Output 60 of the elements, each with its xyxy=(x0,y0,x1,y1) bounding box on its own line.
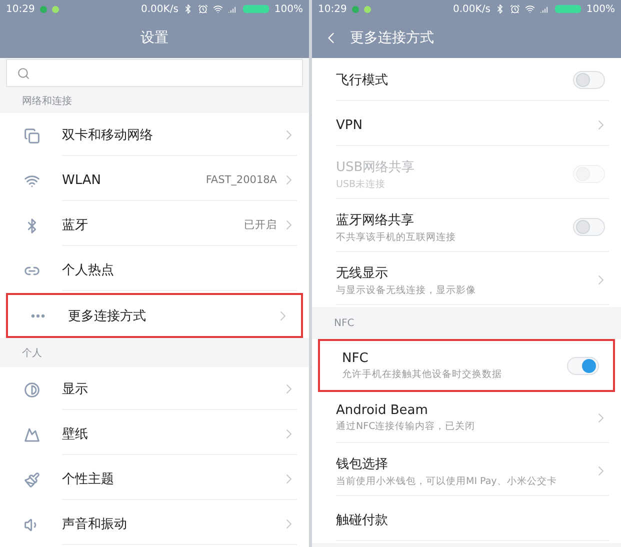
row-title: 显示 xyxy=(62,381,89,398)
row-title: 触碰付款 xyxy=(336,512,389,529)
network-speed: 0.00K/s xyxy=(453,4,490,14)
search-icon xyxy=(17,66,30,80)
row-title: Android Beam xyxy=(336,403,429,418)
battery-icon xyxy=(243,5,270,13)
row-title: 蓝牙 xyxy=(62,217,89,234)
cards-icon xyxy=(24,128,40,144)
row-title: NFC xyxy=(342,350,370,366)
wifi-icon xyxy=(24,172,40,189)
highlight-frame[interactable]: NFC 允许手机在接触其他设备时交换数据 xyxy=(318,339,615,392)
status-time: 10:29 xyxy=(318,4,347,14)
toggle-switch[interactable] xyxy=(567,356,599,374)
row-title: VPN xyxy=(336,118,364,132)
row-title: 无线显示 xyxy=(336,264,389,282)
dots-icon xyxy=(31,314,45,318)
bluetooth-icon xyxy=(495,4,506,14)
row-subtitle: 通过NFC连接传输内容，已关闭 xyxy=(336,420,476,433)
battery-percent: 100% xyxy=(586,4,615,14)
row-value: 已开启 xyxy=(244,218,277,232)
alarm-icon xyxy=(198,4,208,14)
row-subtitle: 允许手机在接触其他设备时交换数据 xyxy=(342,368,503,380)
toggle-switch[interactable] xyxy=(573,71,605,89)
row-title: 钱包选择 xyxy=(336,456,389,472)
row-title: 双卡和移动网络 xyxy=(62,127,154,144)
page-title: 设置 xyxy=(140,29,168,47)
row-title: USB网络共享 xyxy=(336,158,416,176)
contrast-icon xyxy=(24,382,40,398)
row-subtitle: 与显示设备无线连接，显示影像 xyxy=(336,284,477,296)
status-time: 10:29 xyxy=(6,4,35,14)
toggle-switch[interactable] xyxy=(573,218,605,236)
row-subtitle: 当前使用小米钱包，可以使用MI Pay、小米公交卡 xyxy=(336,474,558,488)
row-title: 更多连接方式 xyxy=(68,308,147,325)
wifi-icon xyxy=(525,4,536,14)
row-title: 个人热点 xyxy=(62,262,115,280)
row-value: FAST_20018A xyxy=(206,174,277,186)
row-subtitle: 不共享该手机的互联网连接 xyxy=(336,230,457,244)
alarm-icon xyxy=(510,4,520,14)
row-title: 个性主题 xyxy=(62,471,115,488)
wifi-icon xyxy=(213,4,224,14)
section-label: NFC xyxy=(334,318,354,328)
signal-icon xyxy=(540,4,550,14)
row-title: 壁纸 xyxy=(62,426,89,443)
signal-icon xyxy=(228,4,238,14)
highlight-frame[interactable]: 更多连接方式 xyxy=(6,293,303,338)
bluetooth-icon xyxy=(183,4,194,14)
brush-icon xyxy=(24,472,40,488)
row-title: 蓝牙网络共享 xyxy=(336,212,415,228)
mountain-icon xyxy=(24,426,40,442)
battery-icon xyxy=(555,5,582,13)
row-title: 声音和振动 xyxy=(62,516,128,533)
page-title: 更多连接方式 xyxy=(350,29,434,47)
search-field[interactable] xyxy=(6,59,303,88)
section-label: 个人 xyxy=(22,346,42,360)
battery-percent: 100% xyxy=(274,4,303,14)
section-label: 网络和连接 xyxy=(22,94,72,108)
row-title: WLAN xyxy=(62,172,102,188)
row-title: 飞行模式 xyxy=(336,72,389,89)
row-subtitle: USB未连接 xyxy=(336,178,387,190)
network-speed: 0.00K/s xyxy=(141,4,178,14)
